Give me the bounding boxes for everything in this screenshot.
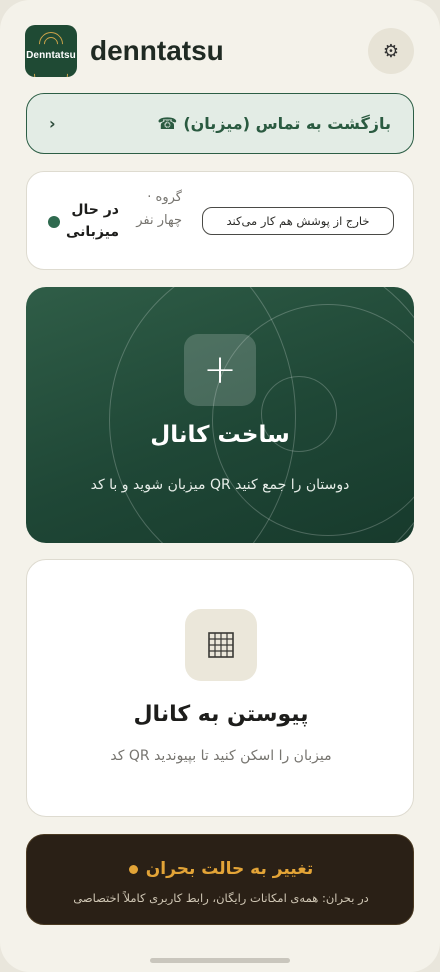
join-channel-card[interactable]: پیوستن به کانال میزبان را اسکن کنید تا ب… xyxy=(26,559,414,817)
return-to-call-label-group: بازگشت به تماس (میزبان) ☎ xyxy=(157,114,391,133)
crisis-title-row: تغییر به حالت بحران xyxy=(27,859,415,879)
group-info: گروه · چهار نفر xyxy=(136,190,182,228)
crisis-dot xyxy=(128,864,138,874)
home-indicator[interactable] xyxy=(150,958,290,963)
offline-coverage-badge: خارج از پوشش هم کار می‌کند xyxy=(202,207,394,235)
app-screen: Denntatsu denntatsu ⚙ › بازگشت به تماس (… xyxy=(0,0,440,972)
join-channel-title: پیوستن به کانال xyxy=(133,702,309,727)
crisis-mode-button[interactable]: تغییر به حالت بحران در بحران: همه‌ی امکا… xyxy=(26,834,414,925)
qr-tile xyxy=(185,609,257,681)
settings-button[interactable]: ⚙ xyxy=(368,28,414,74)
return-to-call-button[interactable]: › بازگشت به تماس (میزبان) ☎ xyxy=(26,93,414,154)
create-channel-title: ساخت کانال xyxy=(150,422,290,448)
app-logo: Denntatsu xyxy=(25,25,77,77)
gear-icon: ⚙ xyxy=(382,40,400,62)
qr-grid-icon xyxy=(208,632,234,658)
crisis-mode-subtitle: در بحران: همه‌ی امکانات رایگان، رابط کار… xyxy=(73,891,369,905)
hosting-status-label: در حال میزبانی xyxy=(65,202,119,240)
create-channel-card[interactable]: + ساخت کانال دوستان را جمع کنید QR میزبا… xyxy=(26,287,414,543)
chevron-right-icon: › xyxy=(49,114,56,133)
hosting-status-card: خارج از پوشش هم کار می‌کند گروه · چهار ن… xyxy=(26,171,414,270)
return-to-call-label: بازگشت به تماس (میزبان) xyxy=(183,114,391,133)
join-channel-subtitle: میزبان را اسکن کنید تا بپیوندید QR کد xyxy=(110,748,332,764)
phone-icon: ☎ xyxy=(157,114,178,133)
status-dot xyxy=(48,216,60,228)
app-title: denntatsu xyxy=(90,35,224,66)
create-channel-subtitle: دوستان را جمع کنید QR میزبان شوید و با ک… xyxy=(90,477,350,493)
app-header: Denntatsu denntatsu ⚙ xyxy=(25,25,414,77)
crisis-mode-title: تغییر به حالت بحران xyxy=(145,859,314,879)
plus-icon: + xyxy=(184,334,256,406)
